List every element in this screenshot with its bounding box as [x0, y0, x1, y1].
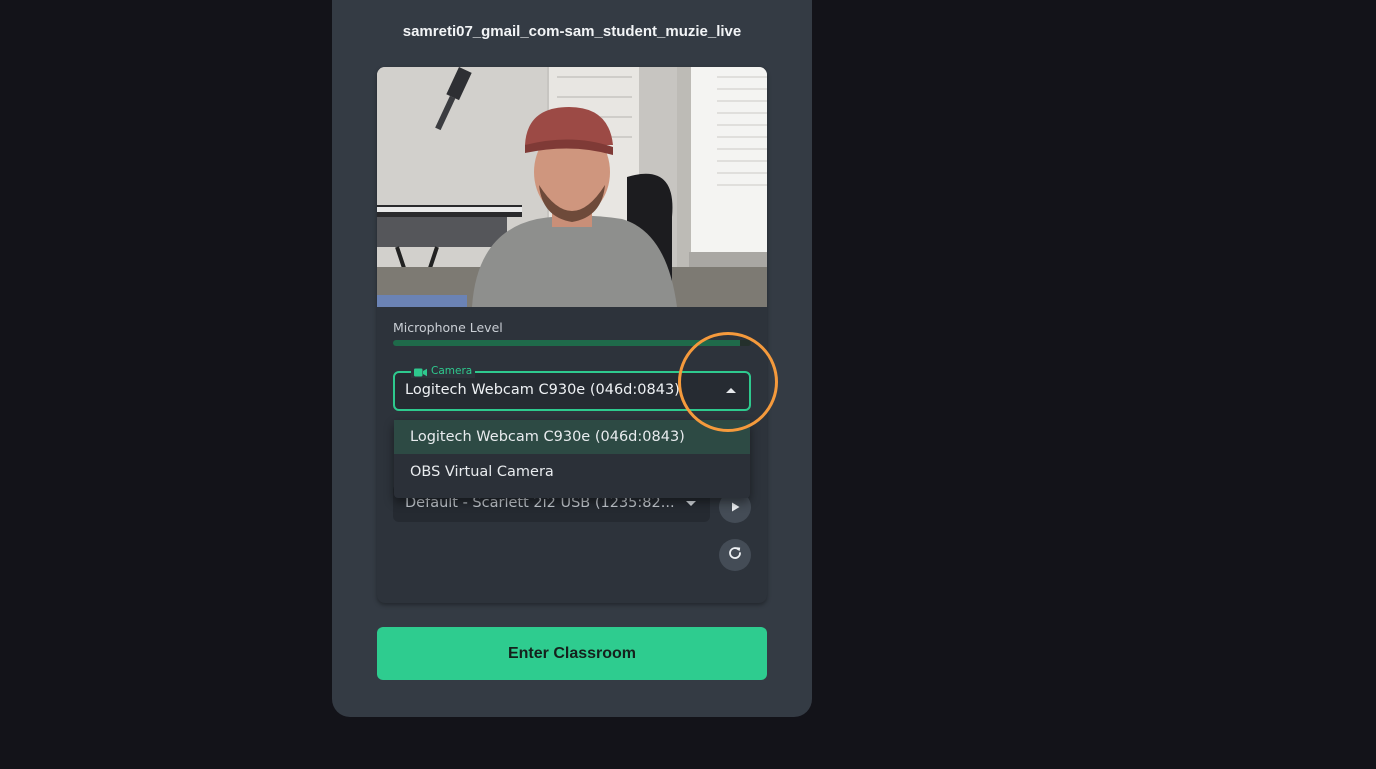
webcam-video-feed	[377, 67, 767, 307]
camera-select-value: Logitech Webcam C930e (046d:0843)	[405, 382, 680, 398]
camera-preview	[377, 67, 767, 307]
caret-up-icon[interactable]	[726, 388, 736, 393]
refresh-icon	[727, 545, 743, 565]
enter-classroom-button[interactable]: Enter Classroom	[377, 627, 767, 680]
camera-select-legend: Camera	[411, 362, 476, 381]
refresh-devices-button[interactable]	[719, 539, 751, 571]
camera-option[interactable]: Logitech Webcam C930e (046d:0843)	[394, 420, 750, 454]
device-setup-card: Microphone Level Camera Logitech Webcam …	[377, 67, 767, 603]
play-icon	[729, 498, 741, 517]
camera-options-menu: Logitech Webcam C930e (046d:0843) OBS Vi…	[394, 420, 750, 498]
camera-select-label: Camera	[431, 365, 473, 377]
microphone-level-label: Microphone Level	[393, 320, 503, 335]
camera-icon	[414, 362, 427, 381]
camera-option[interactable]: OBS Virtual Camera	[394, 455, 750, 489]
caret-down-icon[interactable]	[686, 501, 696, 506]
microphone-level-meter	[393, 340, 751, 346]
camera-select[interactable]: Camera Logitech Webcam C930e (046d:0843)	[393, 364, 751, 411]
microphone-level-fill	[393, 340, 741, 346]
username-title: samreti07_gmail_com-sam_student_muzie_li…	[402, 23, 742, 40]
